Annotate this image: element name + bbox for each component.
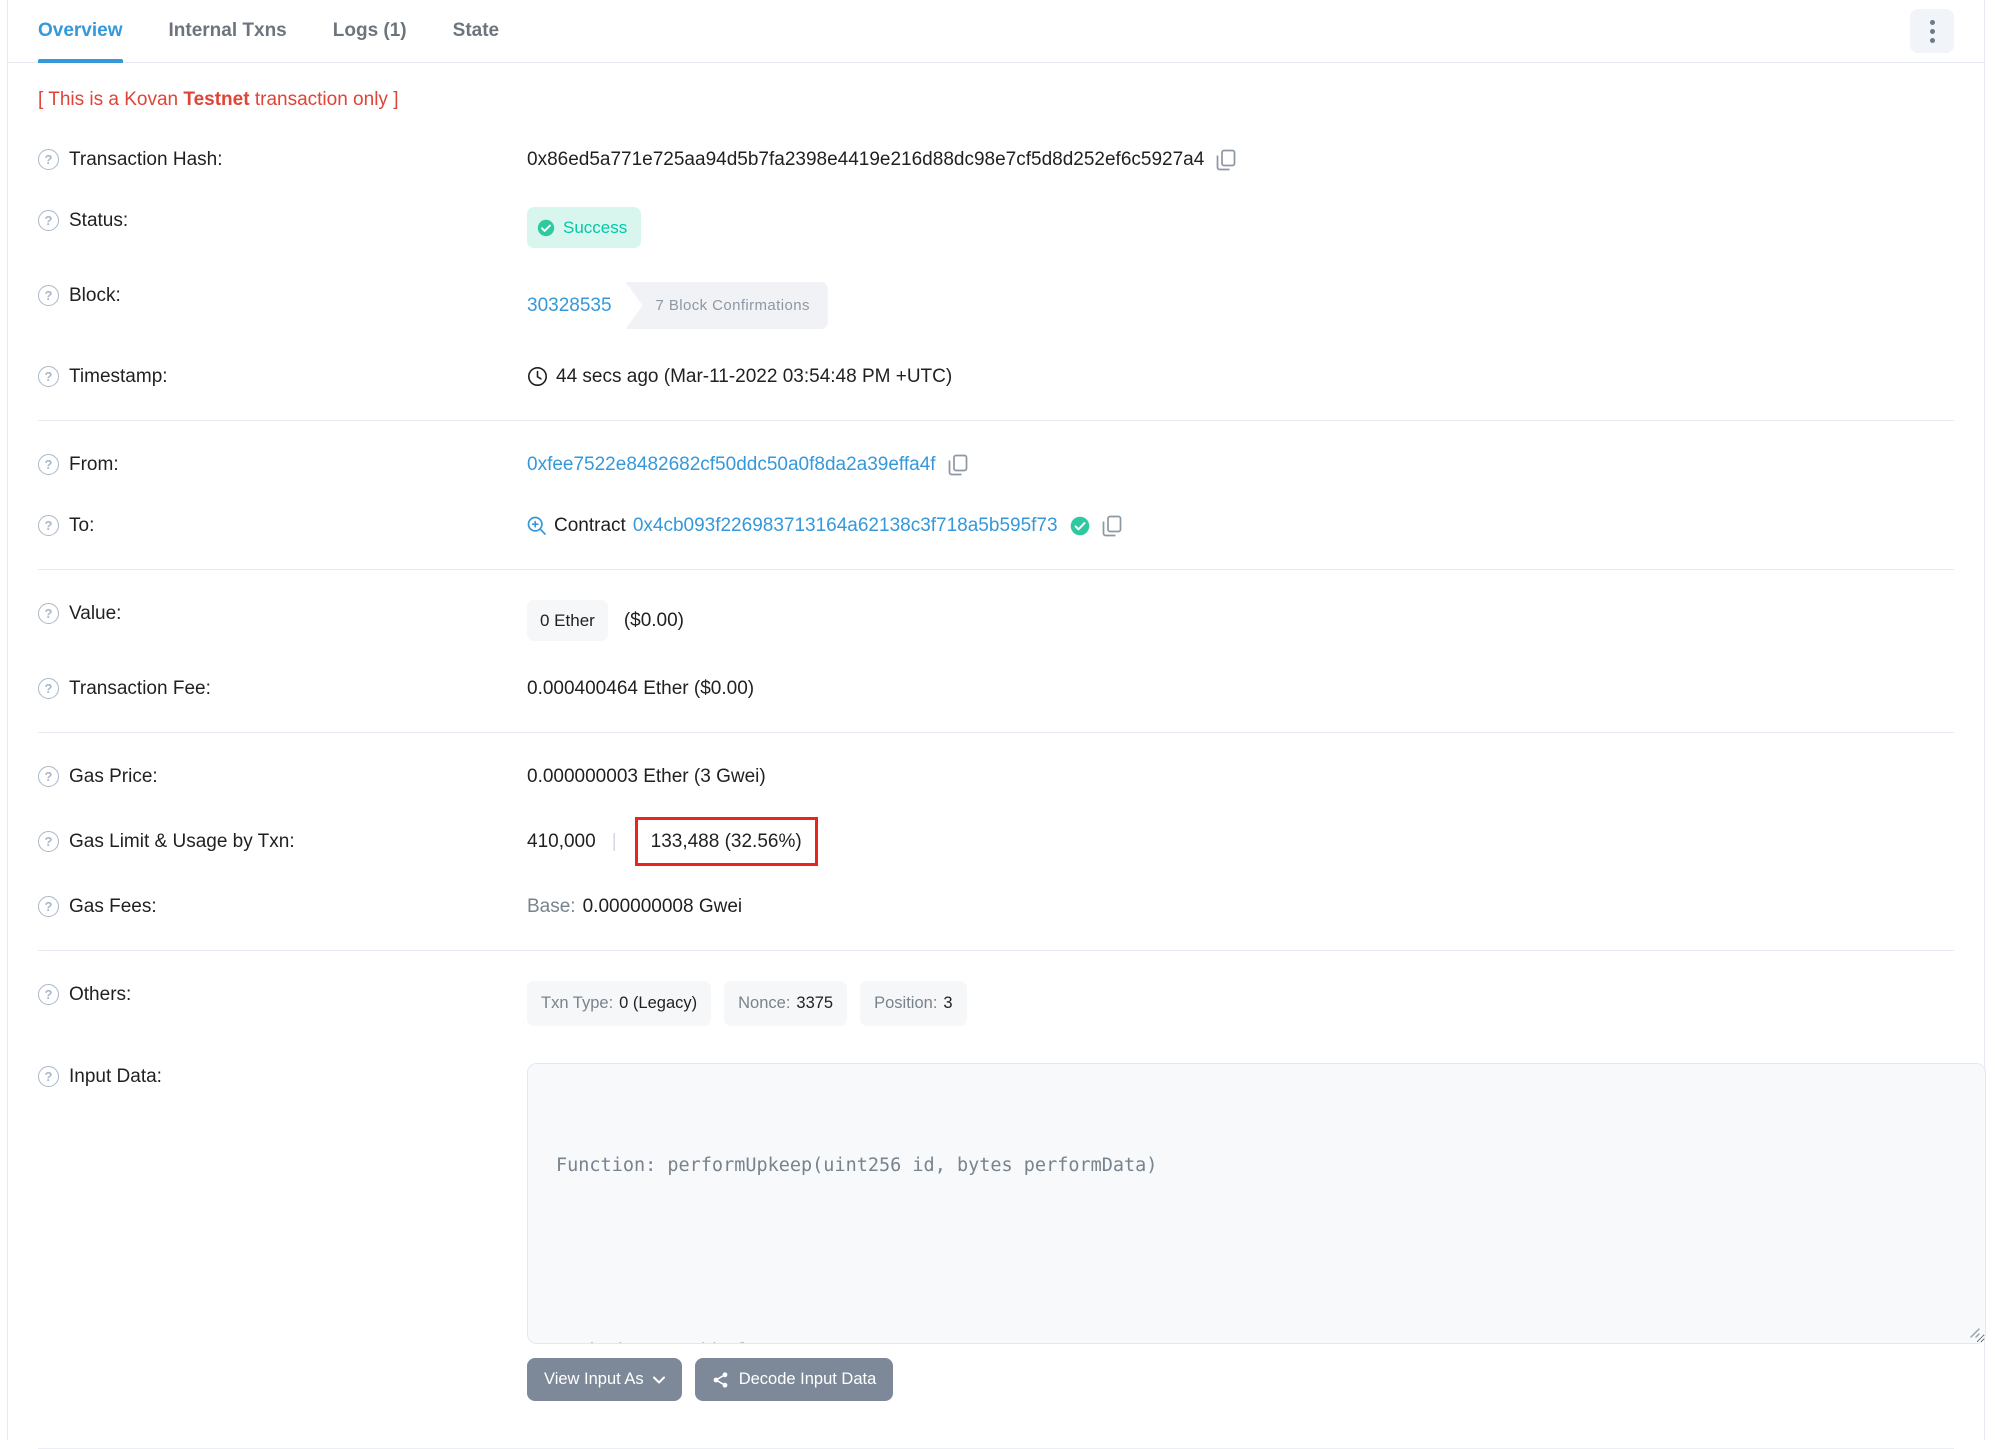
section-divider	[38, 420, 1954, 421]
copy-to-address-button[interactable]	[1102, 515, 1122, 537]
decode-icon	[713, 1371, 728, 1388]
block-confirmations-badge: 7 Block Confirmations	[625, 282, 828, 329]
copy-icon	[1102, 515, 1121, 536]
row-transaction-fee: ? Transaction Fee: 0.000400464 Ether ($0…	[38, 658, 1954, 719]
tab-internal-txns[interactable]: Internal Txns	[169, 0, 287, 62]
verified-check-icon	[1070, 516, 1089, 535]
magnifier-plus-icon[interactable]	[527, 516, 547, 536]
section-divider	[38, 732, 1954, 733]
from-address-link[interactable]: 0xfee7522e8482682cf50ddc50a0f8da2a39effa…	[527, 451, 936, 478]
function-signature: Function: performUpkeep(uint256 id, byte…	[556, 1155, 1158, 1176]
section-divider	[38, 569, 1954, 570]
help-icon[interactable]: ?	[38, 896, 59, 917]
annotation-box: 133,488 (32.56%)	[634, 817, 818, 866]
row-to: ? To: Contract 0x4cb093f226983713164a621…	[38, 495, 1954, 556]
ether-value-badge: 0 Ether	[527, 600, 608, 641]
position-badge: Position: 3	[860, 981, 967, 1026]
transaction-hash-value: 0x86ed5a771e725aa94d5b7fa2398e4419e216d8…	[527, 149, 1205, 170]
check-circle-icon	[537, 219, 555, 236]
help-icon[interactable]: ?	[38, 831, 59, 852]
block-number-link[interactable]: 30328535	[527, 292, 612, 319]
help-icon[interactable]: ?	[38, 1066, 59, 1087]
status-badge: Success	[527, 207, 642, 248]
help-icon[interactable]: ?	[38, 454, 59, 475]
help-icon[interactable]: ?	[38, 149, 59, 170]
row-gas-limit-usage: ? Gas Limit & Usage by Txn: 410,000 | 13…	[38, 807, 1954, 876]
block-label: Block:	[69, 285, 121, 306]
timestamp-label: Timestamp:	[69, 366, 168, 387]
to-label: To:	[69, 515, 95, 536]
base-fee-value: 0.000000008 Gwei	[582, 896, 743, 917]
row-others: ? Others: Txn Type: 0 (Legacy) Nonce: 3375…	[38, 964, 1954, 1043]
gas-price-label: Gas Price:	[69, 766, 158, 787]
row-gas-price: ? Gas Price: 0.000000003 Ether (3 Gwei)	[38, 746, 1954, 807]
base-fee-label: Base:	[527, 896, 576, 917]
txn-type-badge: Txn Type: 0 (Legacy)	[527, 981, 712, 1026]
gas-limit-value: 410,000	[527, 831, 596, 852]
copy-hash-button[interactable]	[1216, 149, 1236, 171]
row-value: ? Value: 0 Ether ($0.00)	[38, 583, 1954, 658]
to-contract-kind: Contract	[554, 515, 626, 536]
tab-state[interactable]: State	[453, 0, 499, 62]
tab-bar: Overview Internal Txns Logs (1) State	[8, 0, 1984, 63]
transaction-fee-label: Transaction Fee:	[69, 678, 211, 699]
more-options-button[interactable]	[1910, 9, 1954, 53]
input-data-textarea[interactable]: Function: performUpkeep(uint256 id, byte…	[527, 1063, 1986, 1344]
clock-icon	[528, 367, 547, 386]
gas-fees-label: Gas Fees:	[69, 896, 157, 917]
transaction-hash-label: Transaction Hash:	[69, 149, 223, 170]
value-separator: |	[611, 831, 617, 852]
testnet-notice: [ This is a Kovan Testnet transaction on…	[38, 89, 399, 110]
help-icon[interactable]: ?	[38, 984, 59, 1005]
others-label: Others:	[69, 984, 132, 1005]
gas-limit-label: Gas Limit & Usage by Txn:	[69, 831, 295, 852]
value-label: Value:	[69, 603, 122, 624]
row-transaction-hash: ? Transaction Hash: 0x86ed5a771e725aa94d…	[38, 129, 1954, 190]
copy-from-address-button[interactable]	[948, 454, 968, 476]
help-icon[interactable]: ?	[38, 515, 59, 536]
help-icon[interactable]: ?	[38, 678, 59, 699]
kebab-menu-icon	[1929, 19, 1935, 43]
resize-handle-icon[interactable]	[1966, 1324, 1980, 1338]
help-icon[interactable]: ?	[38, 766, 59, 787]
row-timestamp: ? Timestamp: 44 secs ago (Mar-11-2022 03…	[38, 346, 1954, 407]
section-divider	[38, 950, 1954, 951]
row-gas-fees: ? Gas Fees: Base: 0.000000008 Gwei	[38, 876, 1954, 937]
row-input-data: ? Input Data: Function: performUpkeep(ui…	[38, 1043, 1986, 1418]
row-from: ? From: 0xfee7522e8482682cf50ddc50a0f8da…	[38, 434, 1954, 495]
gas-usage-value: 133,488 (32.56%)	[650, 831, 802, 852]
copy-icon	[1216, 149, 1236, 170]
method-id: MethodID: 0x7bbaf1ea	[556, 1336, 1957, 1343]
transaction-fee-value: 0.000400464 Ether ($0.00)	[527, 678, 755, 699]
tabbar-spacer	[545, 0, 1910, 62]
view-input-as-button[interactable]: View Input As	[527, 1358, 682, 1401]
row-block: ? Block: 30328535 7 Block Confirmations	[38, 265, 1954, 346]
input-data-label: Input Data:	[69, 1066, 162, 1087]
copy-icon	[948, 454, 967, 475]
nonce-badge: Nonce: 3375	[724, 981, 848, 1026]
decode-input-data-button[interactable]: Decode Input Data	[694, 1358, 894, 1401]
status-label: Status:	[69, 210, 129, 231]
transaction-card: Overview Internal Txns Logs (1) State [ …	[7, 0, 1986, 1449]
tab-logs[interactable]: Logs (1)	[333, 0, 407, 62]
gas-price-value: 0.000000003 Ether (3 Gwei)	[527, 766, 766, 787]
help-icon[interactable]: ?	[38, 366, 59, 387]
tab-overview[interactable]: Overview	[38, 0, 123, 63]
usd-value: ($0.00)	[623, 610, 685, 631]
help-icon[interactable]: ?	[38, 285, 59, 306]
row-status: ? Status: Success	[38, 190, 1954, 265]
chevron-down-icon	[652, 1376, 665, 1383]
overview-content: ? Transaction Hash: 0x86ed5a771e725aa94d…	[8, 119, 1986, 1418]
help-icon[interactable]: ?	[38, 210, 59, 231]
from-label: From:	[69, 454, 119, 475]
timestamp-value: 44 secs ago (Mar-11-2022 03:54:48 PM +UT…	[556, 366, 953, 387]
to-address-link[interactable]: 0x4cb093f226983713164a62138c3f718a5b595f…	[633, 512, 1058, 539]
help-icon[interactable]: ?	[38, 603, 59, 624]
